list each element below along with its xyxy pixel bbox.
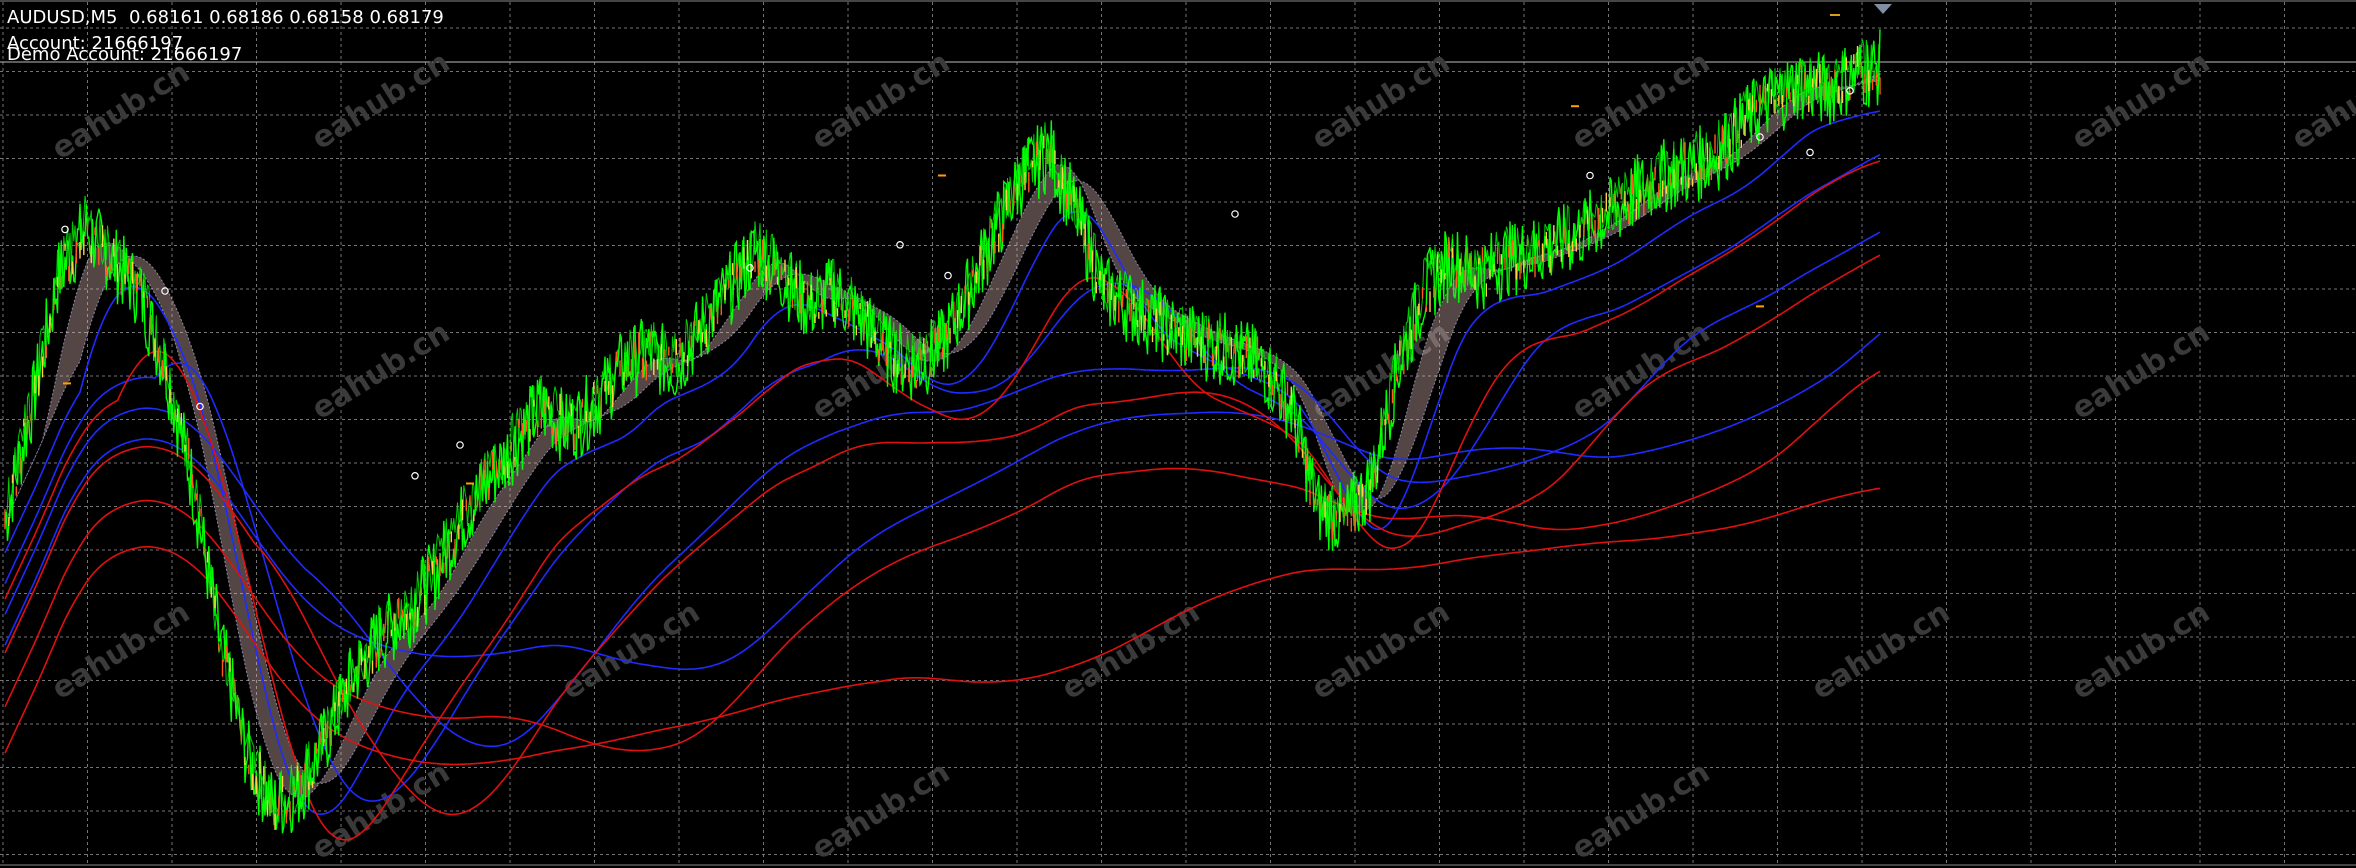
watermark: eahub.cn eahub.cn eahub.cn eahub.cn eahub.cn… — [46, 45, 2356, 867]
symbol-quote-line: AUDUSD,M5 0.68161 0.68186 0.68158 0.6817… — [7, 8, 444, 28]
signal-marker-icon — [411, 471, 419, 480]
chart-shift-marker-icon[interactable] — [1874, 4, 1892, 14]
price-line — [4, 29, 1881, 834]
signal-marker-icon — [456, 441, 464, 449]
symbol-name: AUDUSD,M5 — [7, 7, 118, 28]
signal-marker-icon — [1586, 171, 1594, 180]
watermark-text: eahub.cn — [1806, 595, 1956, 707]
signal-marker-icon — [1231, 210, 1239, 218]
blue-moving-average-line — [4, 231, 1881, 748]
indicator-lines — [4, 29, 1881, 841]
watermark-text: eahub.cn — [1306, 595, 1456, 707]
price-chart[interactable]: eahub.cn eahub.cn eahub.cn eahub.cn eahub.cn… — [0, 0, 2356, 868]
red-moving-average-line — [4, 487, 1881, 766]
demo-account-label: Demo Account: — [7, 44, 145, 65]
signal-marker-icon — [896, 241, 904, 249]
blue-moving-average-line — [4, 153, 1881, 802]
chart-window[interactable]: eahub.cn eahub.cn eahub.cn eahub.cn eahub.cn… — [0, 0, 2356, 868]
signal-marker-icon — [944, 271, 952, 280]
watermark-text: eahub.cn — [556, 595, 706, 707]
ohlc-values: 0.68161 0.68186 0.68158 0.68179 — [128, 7, 444, 28]
demo-account-line: Demo Account: 21666197 — [7, 45, 242, 65]
signal-marker-icon — [1806, 148, 1814, 157]
watermark-text: eahub.cn — [2066, 315, 2216, 427]
demo-account-number: 21666197 — [150, 44, 243, 65]
price-line-secondary — [4, 39, 1881, 826]
watermark-text: eahub.cn — [306, 315, 456, 427]
price-level-marker — [1830, 14, 1840, 16]
watermark-text: eahub.cn — [2066, 595, 2216, 707]
